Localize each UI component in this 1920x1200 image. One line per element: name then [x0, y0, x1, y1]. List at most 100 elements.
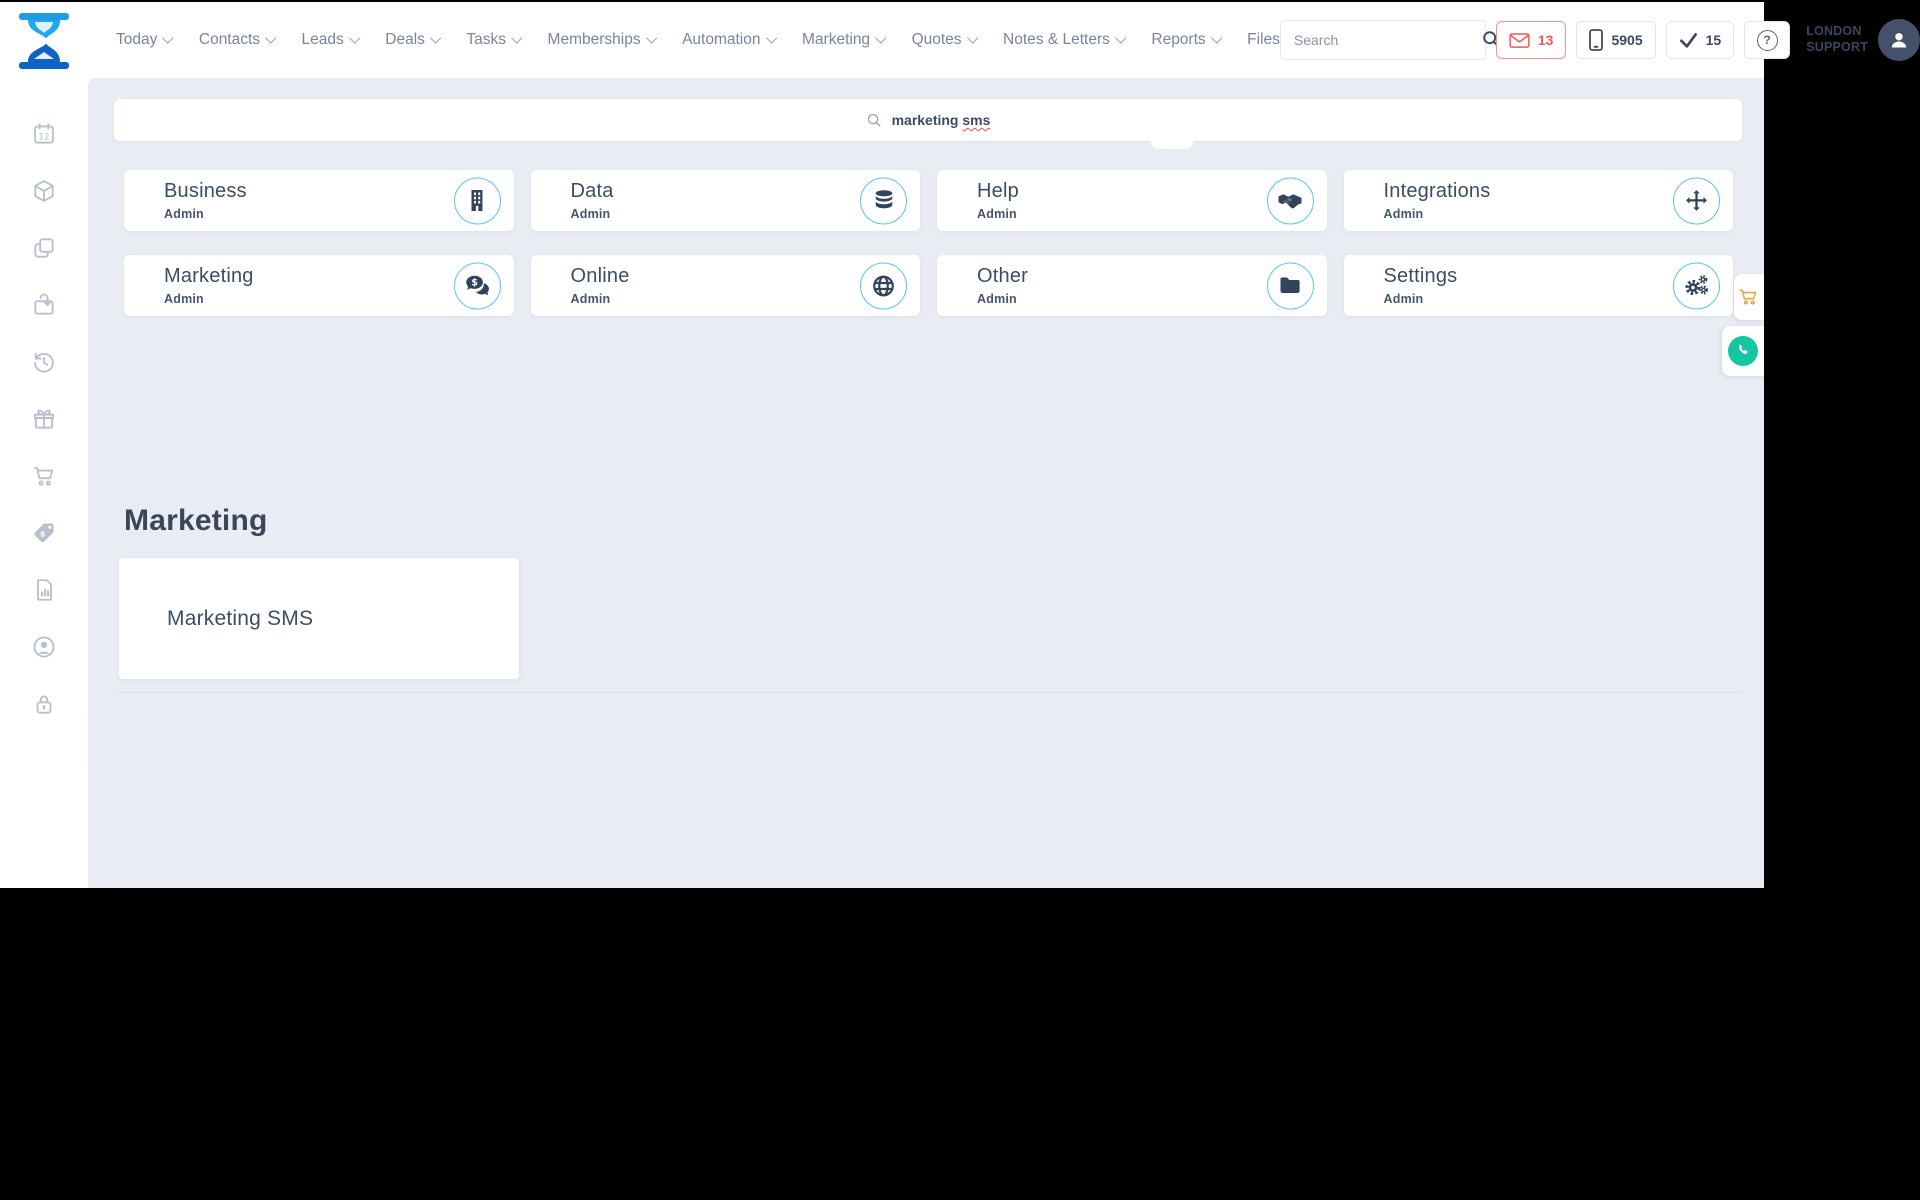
- cogs-icon: [1685, 274, 1708, 295]
- sidebar-item-products[interactable]: [31, 178, 57, 204]
- result-card-marketing-sms[interactable]: Marketing SMS: [119, 558, 519, 679]
- chevron-down-icon: [162, 32, 174, 44]
- category-card-integrations[interactable]: Integrations Admin: [1343, 170, 1733, 231]
- chevron-down-icon: [1115, 32, 1126, 44]
- checkmark-icon: [1679, 33, 1697, 48]
- category-card-data[interactable]: Data Admin: [530, 170, 920, 231]
- menu-contacts[interactable]: Contacts: [198, 31, 277, 49]
- main-menu: Today Contacts Leads Deals Tasks Members…: [116, 31, 1280, 49]
- menu-marketing[interactable]: Marketing: [802, 31, 887, 49]
- cube-icon: [34, 180, 54, 202]
- menu-label: Deals: [385, 31, 425, 48]
- result-label: Marketing SMS: [167, 606, 314, 630]
- menu-label: Notes & Letters: [1003, 31, 1110, 48]
- user-avatar[interactable]: [1878, 19, 1920, 61]
- sidebar-item-calendar[interactable]: 12: [31, 121, 57, 147]
- shopping-cart-icon: [1739, 289, 1757, 305]
- admin-search-value: marketing sms: [892, 112, 991, 128]
- chevron-down-icon: [765, 32, 777, 44]
- database-icon: [875, 190, 892, 209]
- sidebar-item-pricing[interactable]: $: [31, 520, 57, 546]
- section-divider: [119, 692, 1742, 693]
- category-card-other[interactable]: Other Admin: [937, 255, 1327, 316]
- import-box-icon: [34, 293, 54, 315]
- menu-label: Tasks: [466, 31, 507, 48]
- menu-reports[interactable]: Reports: [1151, 31, 1222, 49]
- sidebar-item-history[interactable]: [31, 349, 57, 375]
- lock-icon: [36, 695, 52, 714]
- app-window: Today Contacts Leads Deals Tasks Members…: [0, 0, 1920, 888]
- account-line2: SUPPORT: [1806, 40, 1869, 54]
- menu-files[interactable]: Files: [1247, 31, 1280, 49]
- menu-leads[interactable]: Leads: [302, 31, 360, 49]
- person-icon: [1891, 33, 1907, 48]
- cart-side-tab[interactable]: [1734, 274, 1764, 320]
- category-card-help[interactable]: Help Admin: [937, 170, 1327, 231]
- sidebar-item-rewards[interactable]: [31, 406, 57, 432]
- sidebar-item-shop[interactable]: [31, 463, 57, 489]
- navbar-right-cluster: 13 5905 15 ? LONDON SUPPORT: [1279, 19, 1920, 61]
- globe-icon: [873, 275, 894, 296]
- mail-badge[interactable]: 13: [1495, 21, 1567, 59]
- account-line1: LONDON: [1806, 24, 1862, 39]
- section-heading: Marketing: [124, 504, 268, 537]
- user-circle-icon: [33, 636, 55, 658]
- phone-circle: [1728, 336, 1758, 366]
- chevron-down-icon: [349, 32, 360, 44]
- phone-side-tab[interactable]: [1722, 326, 1764, 376]
- report-document-icon: [37, 579, 52, 601]
- chevron-down-icon: [875, 32, 887, 44]
- move-arrows-icon: [1686, 189, 1707, 211]
- help-button[interactable]: ?: [1744, 21, 1791, 59]
- mobile-phone-icon: [1589, 29, 1604, 51]
- comments-dollar-icon: $: [465, 275, 489, 295]
- gift-icon: [33, 409, 55, 429]
- menu-label: Quotes: [911, 31, 962, 48]
- tasks-badge[interactable]: 15: [1665, 21, 1735, 59]
- sidebar-item-import[interactable]: [31, 292, 57, 318]
- phone-icon: [1739, 344, 1748, 355]
- admin-content: marketing sms Business Admin Data Admin …: [88, 78, 1764, 888]
- menu-quotes[interactable]: Quotes: [911, 31, 978, 49]
- phone-extension-badge[interactable]: 5905: [1576, 21, 1656, 59]
- category-card-settings[interactable]: Settings Admin: [1343, 255, 1733, 316]
- admin-search-bar[interactable]: marketing sms: [114, 99, 1742, 141]
- chevron-down-icon: [511, 32, 523, 44]
- svg-text:$: $: [40, 528, 46, 538]
- app-logo-hourglass-icon[interactable]: [18, 12, 70, 70]
- menu-label: Reports: [1151, 31, 1206, 48]
- left-sidebar: 12 $: [0, 78, 88, 888]
- shopping-cart-icon: [33, 466, 54, 486]
- global-search-input[interactable]: [1280, 32, 1481, 48]
- menu-label: Contacts: [198, 31, 261, 48]
- task-count: 15: [1705, 32, 1722, 48]
- menu-tasks[interactable]: Tasks: [466, 31, 523, 49]
- category-card-business[interactable]: Business Admin: [124, 170, 514, 231]
- history-icon: [34, 352, 54, 373]
- menu-today[interactable]: Today: [116, 31, 174, 49]
- category-card-marketing[interactable]: Marketing Admin $: [124, 255, 514, 316]
- menu-label: Memberships: [547, 31, 641, 48]
- menu-deals[interactable]: Deals: [385, 31, 441, 49]
- handshake-icon: [1278, 194, 1302, 209]
- menu-automation[interactable]: Automation: [682, 31, 777, 49]
- clone-icon: [34, 238, 54, 258]
- sidebar-item-profile[interactable]: [31, 634, 57, 660]
- search-text-misspelled: sms: [962, 112, 991, 128]
- menu-notes-letters[interactable]: Notes & Letters: [1003, 31, 1126, 49]
- building-icon: [471, 190, 483, 211]
- sidebar-item-clone[interactable]: [31, 235, 57, 261]
- menu-memberships[interactable]: Memberships: [547, 31, 657, 49]
- search-text: marketing: [891, 112, 963, 128]
- global-search: [1279, 20, 1500, 60]
- category-card-online[interactable]: Online Admin: [530, 255, 920, 316]
- menu-label: Files: [1247, 31, 1280, 48]
- sidebar-item-reports[interactable]: [31, 577, 57, 603]
- svg-text:$: $: [471, 277, 478, 288]
- account-name: LONDON SUPPORT: [1806, 24, 1868, 55]
- question-mark-icon: ?: [1756, 29, 1778, 51]
- menu-label: Today: [116, 31, 158, 48]
- category-grid: Business Admin Data Admin Help Admin Int…: [124, 170, 1733, 316]
- menu-label: Automation: [682, 31, 761, 48]
- sidebar-item-security[interactable]: [31, 691, 57, 717]
